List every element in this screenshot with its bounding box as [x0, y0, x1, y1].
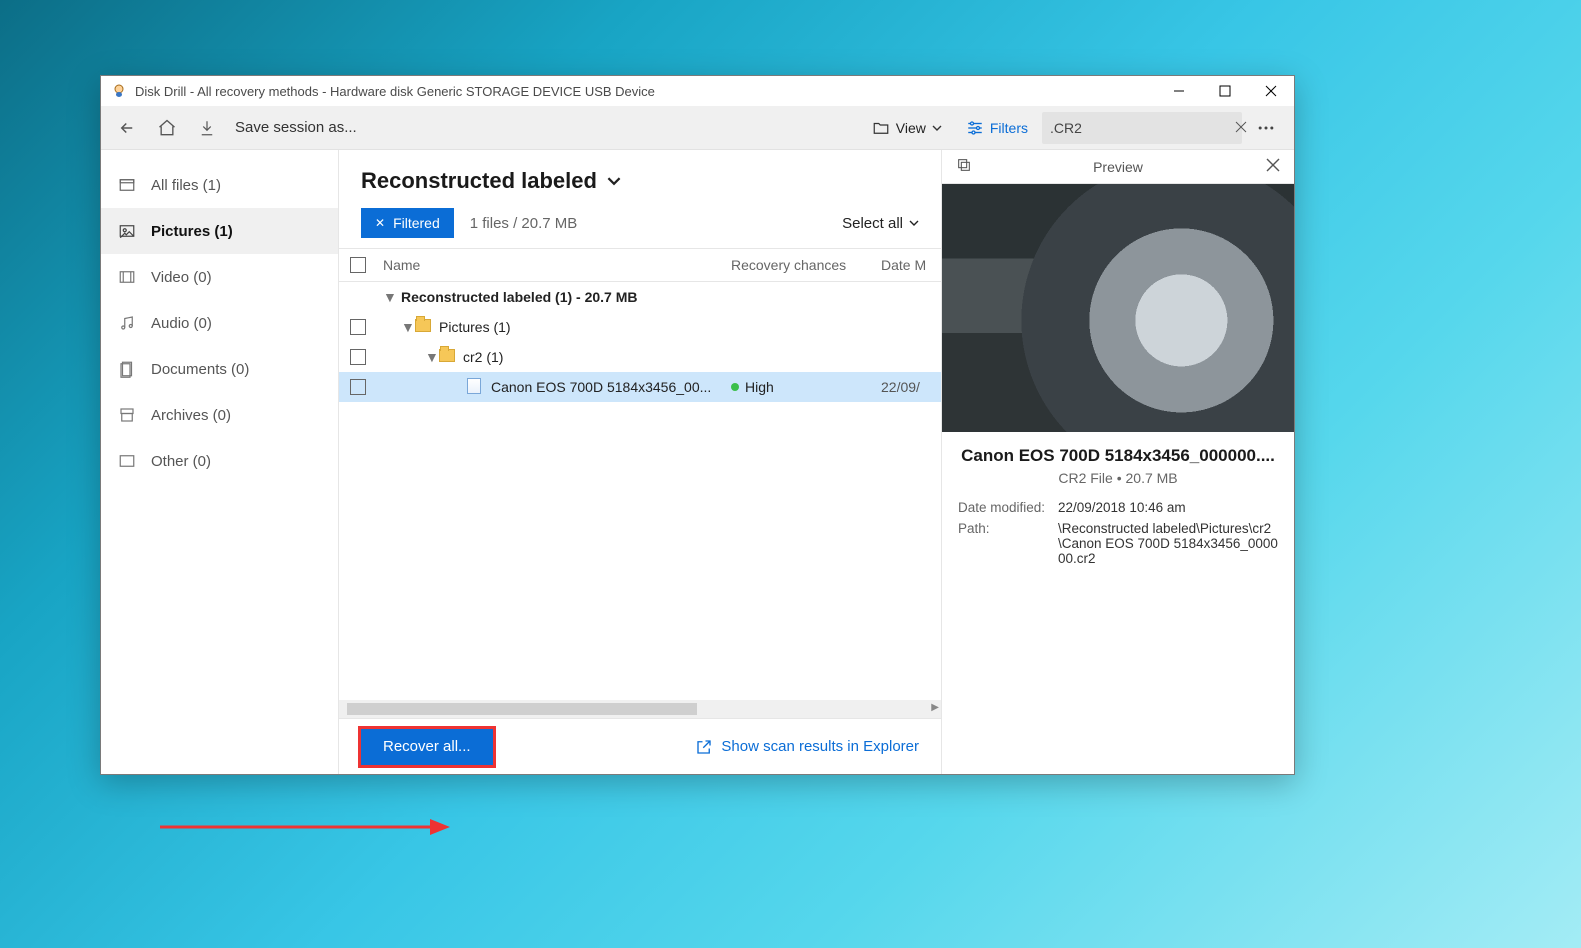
file-icon [467, 378, 487, 397]
preview-file-name: Canon EOS 700D 5184x3456_000000.... [958, 446, 1278, 466]
sidebar-item-video[interactable]: Video (0) [101, 254, 338, 300]
external-link-icon [695, 738, 713, 756]
filter-chip-label: Filtered [393, 215, 440, 231]
sidebar-item-label: Documents (0) [151, 361, 249, 378]
sidebar-item-audio[interactable]: Audio (0) [101, 300, 338, 346]
file-tree: ▼ Reconstructed labeled (1) - 20.7 MB ▼ … [339, 282, 941, 700]
row-checkbox[interactable] [350, 379, 366, 395]
pictures-icon [117, 222, 137, 240]
chevron-down-icon [909, 218, 919, 228]
documents-icon [117, 360, 137, 378]
show-in-explorer-label: Show scan results in Explorer [721, 738, 919, 755]
maximize-button[interactable] [1202, 76, 1248, 106]
group-row[interactable]: ▼ Reconstructed labeled (1) - 20.7 MB [339, 282, 941, 312]
sidebar-item-label: Other (0) [151, 453, 211, 470]
filter-chip[interactable]: ✕ Filtered [361, 208, 454, 238]
all-files-icon [117, 176, 137, 194]
sidebar-item-label: Video (0) [151, 269, 212, 286]
select-all-checkbox[interactable] [350, 257, 366, 273]
scrollbar-thumb[interactable] [347, 703, 697, 715]
view-button[interactable]: View [862, 110, 952, 146]
view-label: View [896, 120, 926, 136]
app-window: Disk Drill - All recovery methods - Hard… [100, 75, 1295, 775]
close-icon: ✕ [375, 216, 385, 230]
meta-date-label: Date modified: [958, 500, 1058, 515]
filters-button[interactable]: Filters [956, 110, 1038, 146]
search-input[interactable] [1050, 120, 1231, 136]
archives-icon [117, 406, 137, 424]
sidebar-item-label: All files (1) [151, 177, 221, 194]
date-value: 22/09/ [881, 379, 941, 395]
audio-icon [117, 314, 137, 332]
sidebar-item-label: Archives (0) [151, 407, 231, 424]
sidebar-item-label: Pictures (1) [151, 223, 233, 240]
preview-subtitle: CR2 File • 20.7 MB [958, 470, 1278, 486]
select-all-label: Select all [842, 215, 903, 232]
folder-name: Pictures (1) [435, 319, 731, 335]
scroll-right-icon[interactable]: ▶ [931, 702, 939, 713]
col-date-modified[interactable]: Date M [881, 257, 941, 273]
collapse-icon[interactable]: ▼ [419, 349, 439, 365]
titlebar: Disk Drill - All recovery methods - Hard… [101, 76, 1294, 106]
chevron-down-icon [932, 123, 942, 133]
horizontal-scrollbar[interactable]: ▶ [339, 700, 941, 718]
preview-panel: Preview Canon EOS 700D 5184x3456_000000.… [942, 150, 1294, 774]
table-header: Name Recovery chances Date M [339, 248, 941, 282]
folder-name: cr2 (1) [459, 349, 731, 365]
footer: Recover all... Show scan results in Expl… [339, 718, 941, 774]
file-row[interactable]: Canon EOS 700D 5184x3456_00... High 22/0… [339, 372, 941, 402]
folder-icon [415, 319, 435, 335]
save-session-icon[interactable] [189, 110, 225, 146]
window-title: Disk Drill - All recovery methods - Hard… [135, 84, 655, 99]
preview-title: Preview [942, 159, 1294, 175]
row-checkbox[interactable] [350, 349, 366, 365]
main-title[interactable]: Reconstructed labeled [361, 168, 919, 194]
col-recovery-chances[interactable]: Recovery chances [731, 257, 881, 273]
search-box[interactable] [1042, 112, 1242, 144]
preview-image [942, 184, 1294, 432]
sliders-icon [966, 119, 984, 137]
main-title-text: Reconstructed labeled [361, 168, 597, 194]
group-name: Reconstructed labeled (1) - 20.7 MB [397, 289, 731, 305]
show-in-explorer-link[interactable]: Show scan results in Explorer [695, 738, 919, 756]
row-checkbox[interactable] [350, 319, 366, 335]
video-icon [117, 268, 137, 286]
chevron-down-icon [607, 174, 621, 188]
back-button[interactable] [109, 110, 145, 146]
main-panel: Reconstructed labeled ✕ Filtered 1 files… [339, 150, 942, 774]
col-name[interactable]: Name [377, 257, 731, 273]
minimize-button[interactable] [1156, 76, 1202, 106]
sidebar-item-other[interactable]: Other (0) [101, 438, 338, 484]
meta-date-value: 22/09/2018 10:46 am [1058, 500, 1278, 515]
recovery-chances-value: High [745, 379, 774, 395]
collapse-icon[interactable]: ▼ [395, 319, 415, 335]
more-button[interactable] [1246, 118, 1286, 138]
folder-icon [872, 119, 890, 137]
folder-row[interactable]: ▼ Pictures (1) [339, 312, 941, 342]
sidebar-item-documents[interactable]: Documents (0) [101, 346, 338, 392]
folder-icon [439, 349, 459, 365]
sidebar-item-pictures[interactable]: Pictures (1) [101, 208, 338, 254]
meta-path-label: Path: [958, 521, 1058, 566]
sidebar-item-archives[interactable]: Archives (0) [101, 392, 338, 438]
home-button[interactable] [149, 110, 185, 146]
annotation-arrow [160, 812, 450, 842]
sidebar-item-all-files[interactable]: All files (1) [101, 162, 338, 208]
app-icon [111, 83, 127, 99]
status-dot-high [731, 383, 739, 391]
toolbar: Save session as... View Filters [101, 106, 1294, 150]
sidebar-item-label: Audio (0) [151, 315, 212, 332]
folder-row[interactable]: ▼ cr2 (1) [339, 342, 941, 372]
collapse-icon[interactable]: ▼ [377, 289, 397, 305]
file-stats: 1 files / 20.7 MB [470, 215, 578, 232]
select-all-button[interactable]: Select all [842, 215, 919, 232]
save-session-label[interactable]: Save session as... [235, 119, 357, 136]
close-button[interactable] [1248, 76, 1294, 106]
file-name: Canon EOS 700D 5184x3456_00... [487, 379, 731, 395]
sidebar: All files (1) Pictures (1) Video (0) Aud… [101, 150, 339, 774]
filters-label: Filters [990, 120, 1028, 136]
other-icon [117, 452, 137, 470]
meta-path-value: \Reconstructed labeled\Pictures\cr2\Cano… [1058, 521, 1278, 566]
recover-all-button[interactable]: Recover all... [361, 729, 493, 765]
